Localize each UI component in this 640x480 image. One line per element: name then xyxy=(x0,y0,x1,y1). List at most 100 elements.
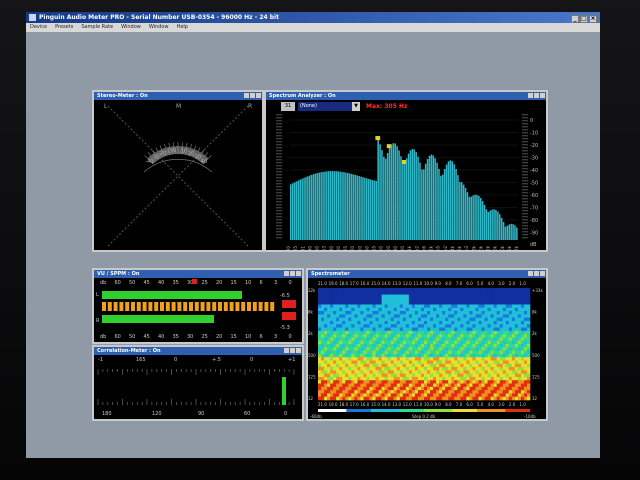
spectrogram-cell xyxy=(427,334,431,338)
spectrogram-cell xyxy=(526,304,531,309)
spectrogram-cell xyxy=(493,291,497,295)
spectrogram-cell xyxy=(405,380,410,384)
spectrogram-cell xyxy=(448,386,452,391)
maximize-icon[interactable] xyxy=(250,93,255,98)
spectrogram-cell xyxy=(318,297,322,302)
spectrogram-cell xyxy=(345,317,349,322)
menu-device[interactable]: Device xyxy=(30,24,47,30)
spectrogram-cell xyxy=(366,347,370,351)
spectrum-bar xyxy=(305,177,307,240)
stereo-meter-titlebar: Stereo-Meter : On xyxy=(94,92,262,100)
maximize-icon[interactable] xyxy=(290,271,295,276)
menu-presets[interactable]: Presets xyxy=(55,24,73,30)
spectrogram-cell xyxy=(351,294,355,299)
spectrogram-cell xyxy=(496,337,501,342)
maximize-icon[interactable] xyxy=(534,271,539,276)
minimize-button[interactable]: _ xyxy=(571,15,579,23)
spectrogram-cell xyxy=(514,288,519,292)
spectrogram-cell xyxy=(357,337,361,342)
spectrogram-cell xyxy=(469,350,473,355)
right-scale-bar xyxy=(522,213,528,215)
right-scale-bar xyxy=(522,126,528,128)
spectrogram-cell xyxy=(375,291,379,295)
spectrometer-window[interactable]: Spectrometer 21.0 19.0 18.0 17.0 16.0 15.0 14.… xyxy=(306,268,548,421)
spectrogram-cell xyxy=(348,330,352,335)
left-scale-bar xyxy=(276,186,282,188)
freq-label: 125 xyxy=(343,246,348,250)
minimize-icon[interactable] xyxy=(528,93,533,98)
stereo-meter-window[interactable]: Stereo-Meter : On L M R -40 -30 -20 -10 0 10 2… xyxy=(92,90,264,252)
menu-window-2[interactable]: Window xyxy=(149,24,169,30)
spectrogram-cell xyxy=(402,307,407,312)
spectrum-bar xyxy=(464,188,467,240)
spectrogram-cell xyxy=(339,307,343,312)
spectrogram-cell xyxy=(318,340,322,345)
vu-sppm-window[interactable]: VU / SPPM : On db db 60 60 50 50 45 45 40 40 35 35 3… xyxy=(92,268,304,344)
spectrogram-cell xyxy=(445,376,449,381)
minimize-icon[interactable] xyxy=(244,93,249,98)
close-button[interactable]: × xyxy=(589,15,597,23)
minimize-icon[interactable] xyxy=(284,348,289,353)
spectrogram-cell xyxy=(520,311,525,315)
spectrogram-cell xyxy=(381,307,385,312)
spectrogram-cell xyxy=(496,383,501,388)
spectrogram-cell xyxy=(384,304,388,309)
spectrogram-cell xyxy=(520,301,525,305)
spectrum-bar xyxy=(309,175,311,240)
spectrogram-cell xyxy=(430,288,434,292)
spectrogram-cell xyxy=(442,337,446,342)
spectrogram-cell xyxy=(451,344,455,348)
spectrogram-cell xyxy=(439,304,443,309)
spectrogram-cell xyxy=(523,291,528,295)
minimize-icon[interactable] xyxy=(528,271,533,276)
maximize-icon[interactable] xyxy=(290,348,295,353)
spectrogram-cell xyxy=(442,373,446,378)
spectrogram-cell xyxy=(496,317,501,322)
right-scale-bar xyxy=(522,192,528,194)
spectrogram-cell xyxy=(327,393,331,398)
spectrogram-cell xyxy=(454,294,458,299)
spectrogram-cell xyxy=(523,396,528,401)
spectrogram-cell xyxy=(454,317,458,322)
close-icon[interactable] xyxy=(540,93,545,98)
spectrogram-cell xyxy=(363,347,367,351)
spectrogram-cell xyxy=(448,353,452,358)
spectrogram-cell xyxy=(520,327,525,332)
spectrum-analyzer-window[interactable]: Spectrum Analyzer : On 31 (None) ▼ Max: … xyxy=(264,90,548,252)
close-icon[interactable] xyxy=(540,271,545,276)
spectrogram-cell xyxy=(384,383,388,388)
menu-help[interactable]: Help xyxy=(177,24,188,30)
spectrogram-cell xyxy=(472,396,476,401)
spectrogram-cell xyxy=(487,380,491,384)
spectrogram-cell xyxy=(336,390,340,394)
spectrogram-cell xyxy=(348,383,352,388)
spectrogram-cell xyxy=(436,370,440,374)
menu-window[interactable]: Window xyxy=(121,24,141,30)
correlation-meter-window[interactable]: Correlation-Meter : On -1 165 0 +.5 0 +1 180 12… xyxy=(92,345,304,421)
spectrogram-cell xyxy=(502,297,507,302)
spectrogram-cell xyxy=(427,367,431,371)
peak-value-top: -6.5 xyxy=(280,293,290,299)
spectrogram-cell xyxy=(390,340,395,345)
maximize-icon[interactable] xyxy=(534,93,539,98)
spectrogram-cell xyxy=(402,324,407,328)
close-icon[interactable] xyxy=(296,348,301,353)
spectrogram-cell xyxy=(511,337,516,342)
menu-sample-rate[interactable]: Sample Rate xyxy=(81,24,113,30)
spectrogram-cell xyxy=(408,337,413,342)
spectrogram-cell xyxy=(327,383,331,388)
close-icon[interactable] xyxy=(256,93,261,98)
spectrogram-cell xyxy=(433,380,437,384)
spectrogram-cell xyxy=(424,330,428,335)
spectrogram-cell xyxy=(505,327,510,332)
maximize-button[interactable]: □ xyxy=(580,15,588,23)
freq-label: 31 xyxy=(300,246,305,250)
spectrogram-cell xyxy=(490,311,494,315)
spectrogram-cell xyxy=(445,383,449,388)
minimize-icon[interactable] xyxy=(284,271,289,276)
spectrogram-cell xyxy=(339,370,343,374)
spectrogram-cell xyxy=(481,337,485,342)
close-icon[interactable] xyxy=(296,271,301,276)
spectrogram-cell xyxy=(487,367,491,371)
spectrogram-cell xyxy=(381,344,385,348)
